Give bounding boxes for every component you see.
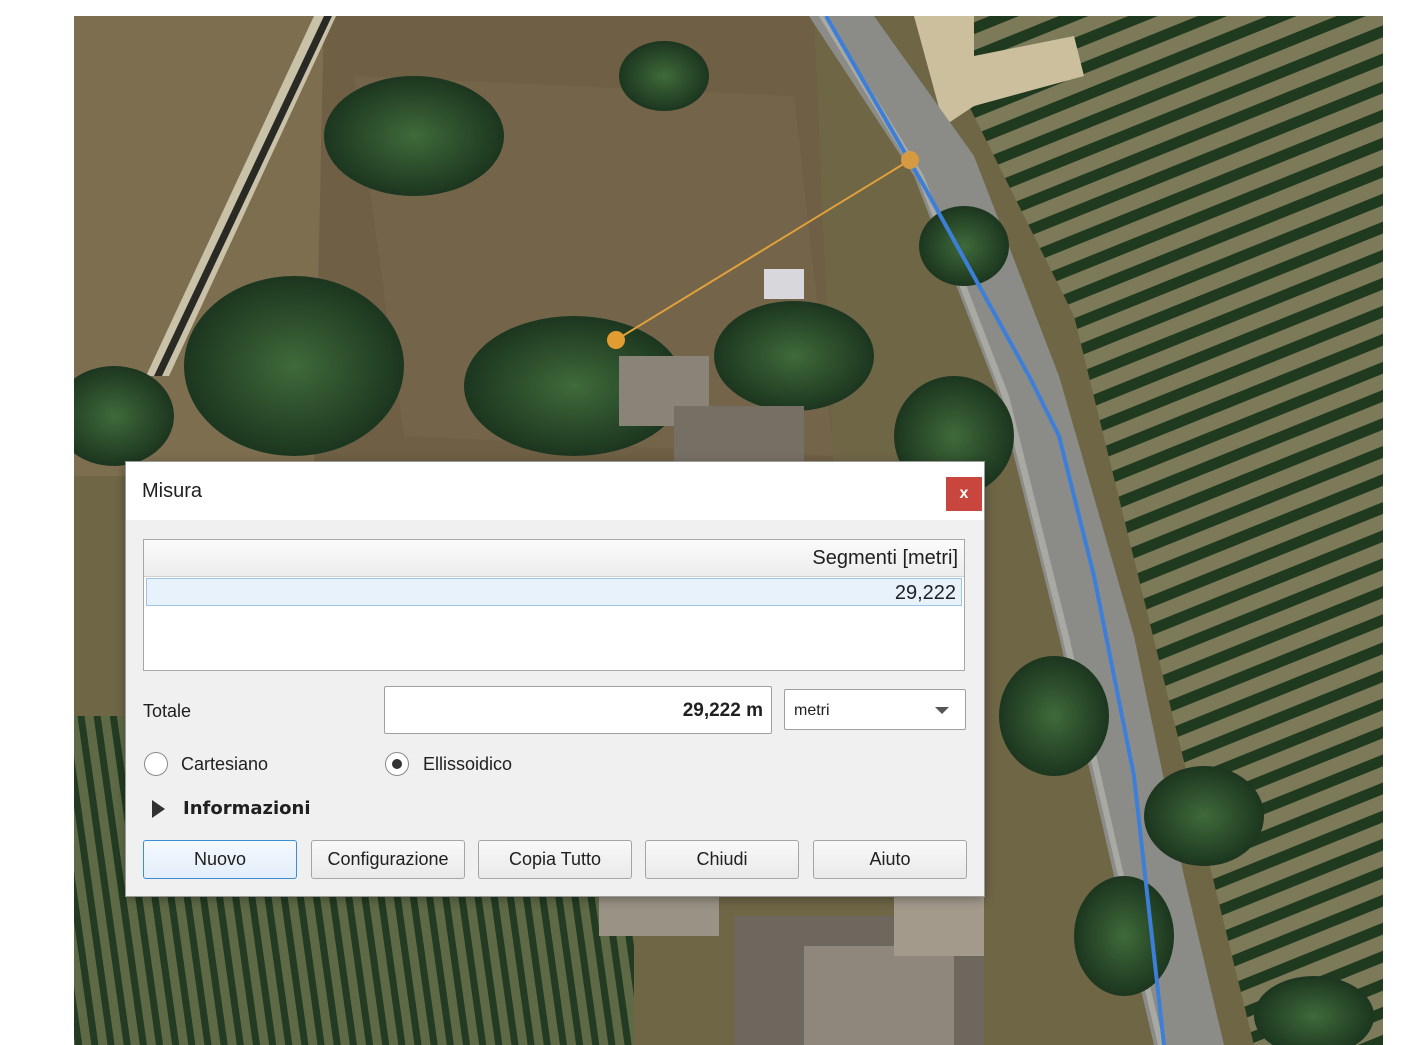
expand-arrow-icon[interactable]: [152, 800, 165, 818]
table-row[interactable]: 29,222: [146, 578, 962, 606]
chevron-down-icon: [935, 707, 949, 714]
total-field[interactable]: 29,222 m: [384, 686, 772, 734]
close-button[interactable]: x: [946, 477, 982, 511]
copy-all-button[interactable]: Copia Tutto: [478, 840, 632, 879]
unit-select[interactable]: metri: [784, 689, 966, 730]
total-label: Totale: [143, 701, 192, 721]
radio-cartesian-label[interactable]: Cartesiano: [181, 754, 268, 775]
radio-ellipsoidal-label[interactable]: Ellissoidico: [423, 754, 512, 775]
radio-cartesian[interactable]: [144, 752, 168, 776]
measure-dialog: Misura x Segmenti [metri] 29,222 Totale …: [126, 462, 984, 896]
new-button[interactable]: Nuovo: [143, 840, 297, 879]
radio-selected-dot: [392, 759, 402, 769]
copy-all-button-label: Copia Tutto: [508, 849, 602, 869]
segments-header-label: Segmenti [metri]: [812, 547, 958, 569]
unit-selected-value: metri: [794, 702, 830, 719]
close-dialog-button-label: Chiudi: [696, 849, 748, 869]
dialog-title: Misura: [142, 480, 203, 502]
help-button[interactable]: Aiuto: [813, 840, 967, 879]
config-button-label: Configurazione: [327, 849, 449, 869]
dialog-titlebar[interactable]: Misura x: [126, 462, 984, 520]
new-button-label: Nuovo: [193, 849, 247, 869]
measure-start-point[interactable]: [607, 331, 625, 349]
segment-value: 29,222: [894, 582, 956, 604]
segments-header[interactable]: Segmenti [metri]: [144, 540, 964, 577]
radio-ellipsoidal[interactable]: [385, 752, 409, 776]
config-button[interactable]: Configurazione: [311, 840, 465, 879]
close-dialog-button[interactable]: Chiudi: [645, 840, 799, 879]
info-section-toggle[interactable]: Informazioni: [183, 798, 311, 819]
measure-end-point[interactable]: [901, 151, 919, 169]
total-value: 29,222 m: [682, 700, 763, 721]
segments-table[interactable]: Segmenti [metri] 29,222: [143, 539, 965, 671]
help-button-label: Aiuto: [869, 849, 911, 869]
